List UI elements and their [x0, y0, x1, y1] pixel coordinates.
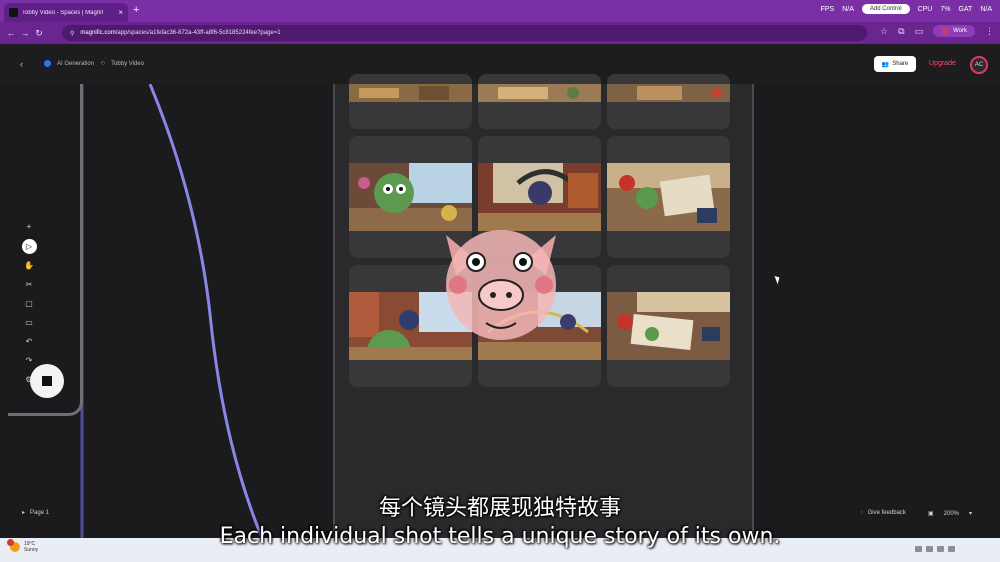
browser-tab-active[interactable]: Tobby Video - Spaces | Magnif ×: [4, 3, 128, 22]
subtitle-chinese: 每个镜头都展现独特故事: [378, 496, 621, 521]
browser-menu-icon[interactable]: ⋮: [985, 26, 994, 37]
shot-card[interactable]: [607, 265, 730, 387]
stop-button[interactable]: [30, 364, 64, 398]
shot-card[interactable]: [607, 74, 730, 129]
performance-overlay: FPS N/A Add Control CPU 7% GAT N/A: [821, 4, 1000, 14]
upgrade-link[interactable]: Upgrade: [929, 60, 956, 67]
share-button[interactable]: 👥 Share: [874, 56, 916, 72]
shot-thumbnail: [607, 163, 730, 231]
breadcrumb: AI Generation ⟲ Tobby Video: [44, 60, 144, 67]
overlay-control-pill[interactable]: Add Control: [861, 4, 910, 14]
profile-avatar-icon: [941, 27, 950, 35]
shot-thumbnail: [607, 84, 730, 102]
undo-icon[interactable]: ↶: [21, 335, 37, 349]
stat-gat-label: GAT: [958, 5, 973, 13]
url-host: magnific.com: [80, 30, 116, 36]
browser-tab-strip: Tobby Video - Spaces | Magnif × + FPS N/…: [0, 0, 1000, 22]
space-logo-icon: [44, 60, 51, 67]
new-tab-button[interactable]: +: [133, 4, 139, 16]
tab-title: Tobby Video - Spaces | Magnif: [22, 9, 104, 16]
shape-icon[interactable]: ▢: [21, 297, 37, 311]
avatar[interactable]: AC: [970, 56, 988, 74]
stat-cpu-value: 7%: [940, 5, 951, 13]
subtitle-english: Each individual shot tells a unique stor…: [219, 524, 781, 549]
url-path: /app/spaces/a1fefac36-872a-43ff-a8f6-5c8…: [115, 30, 281, 36]
people-icon: 👥: [881, 61, 890, 68]
shot-card[interactable]: [478, 74, 601, 129]
profile-label: Work: [953, 28, 967, 34]
stat-gat-value: N/A: [980, 5, 992, 13]
shot-thumbnail: [607, 292, 730, 360]
breadcrumb-separator-icon: ⟲: [100, 61, 106, 67]
share-label: Share: [892, 61, 909, 67]
shot-card[interactable]: [349, 74, 472, 129]
breadcrumb-item-ai-generation[interactable]: AI Generation: [57, 61, 94, 67]
comment-icon[interactable]: ▭: [21, 316, 37, 330]
profile-button[interactable]: Work: [933, 25, 975, 37]
scissors-icon[interactable]: ✂: [21, 278, 37, 292]
browser-actions: ☆ ⧉ ▭ Work ⋮: [880, 25, 994, 37]
pig-watermark-icon: [446, 230, 556, 340]
tab-close-icon[interactable]: ×: [118, 8, 123, 17]
screenshot-frame: Tobby Video - Spaces | Magnif × + FPS N/…: [0, 0, 1000, 562]
shot-thumbnail: [478, 84, 601, 102]
url-bar[interactable]: ⚲ magnific.com/app/spaces/a1fefac36-872a…: [62, 25, 867, 41]
stat-fps-label: FPS: [820, 5, 835, 13]
stat-cpu-label: CPU: [917, 5, 933, 13]
bookmark-star-icon[interactable]: ☆: [880, 26, 888, 37]
shot-thumbnail: [349, 84, 472, 102]
browser-address-row: ← → ↻ ⚲ magnific.com/app/spaces/a1fefac3…: [0, 22, 1000, 44]
shot-card[interactable]: [607, 136, 730, 258]
app-back-icon[interactable]: ‹: [20, 59, 23, 69]
site-info-icon[interactable]: ⚲: [70, 30, 74, 37]
reload-icon[interactable]: ↻: [32, 28, 46, 39]
redo-icon[interactable]: ↷: [21, 354, 37, 368]
forward-arrow-icon[interactable]: →: [18, 28, 32, 38]
play-icon[interactable]: ▷: [21, 239, 37, 254]
cast-icon[interactable]: ▭: [915, 26, 924, 37]
tab-favicon-icon: [9, 8, 18, 17]
breadcrumb-item-tobby-video[interactable]: Tobby Video: [111, 61, 144, 67]
stop-icon: [42, 376, 52, 386]
hand-icon[interactable]: ✋: [21, 259, 37, 273]
stat-fps-value: N/A: [842, 5, 854, 13]
extensions-icon[interactable]: ⧉: [898, 26, 904, 37]
canvas-toolbar: + ▷ ✋ ✂ ▢ ▭ ↶ ↷ ⚙: [18, 220, 40, 387]
add-icon[interactable]: +: [21, 220, 37, 234]
back-arrow-icon[interactable]: ←: [4, 28, 18, 38]
